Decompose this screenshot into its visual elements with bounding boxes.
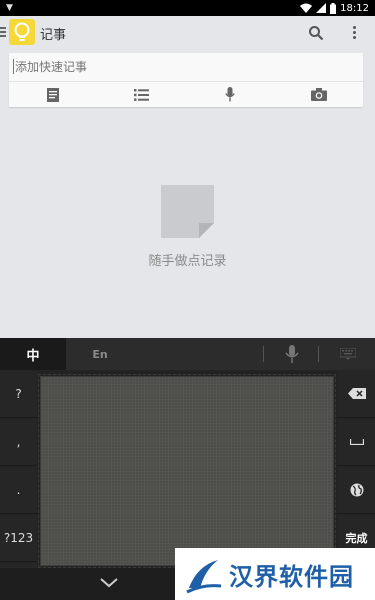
watermark-text: 汉界软件园	[229, 562, 354, 591]
new-photo-note-button[interactable]	[275, 82, 363, 107]
overflow-menu-icon[interactable]	[350, 24, 358, 42]
globe-icon	[350, 483, 363, 496]
back-chevron-icon[interactable]	[99, 577, 119, 589]
key-comma[interactable]: ,	[0, 418, 37, 466]
status-icons: 18:12	[300, 1, 369, 15]
note-page-icon	[161, 185, 214, 238]
keyboard-top-bar: 中 En	[0, 338, 375, 370]
key-backspace[interactable]	[338, 370, 375, 418]
key-language[interactable]	[338, 466, 375, 514]
action-bar: 记事	[0, 16, 375, 50]
key-space[interactable]	[338, 418, 375, 466]
keyboard-left-column: ? , . ?123	[0, 370, 37, 600]
menu-icon[interactable]	[0, 25, 8, 41]
battery-icon	[330, 2, 337, 14]
quick-note-card	[9, 53, 363, 107]
new-text-note-button[interactable]	[9, 82, 97, 107]
checklist-icon	[133, 88, 149, 101]
divider	[318, 346, 319, 362]
notification-indicator: ▼	[6, 3, 13, 13]
watermark-logo-icon	[186, 560, 222, 594]
backspace-icon	[347, 388, 366, 399]
camera-icon	[311, 88, 327, 101]
search-icon[interactable]	[308, 25, 324, 41]
key-period[interactable]: .	[0, 466, 37, 514]
wifi-icon	[300, 3, 313, 13]
app-title: 记事	[40, 28, 67, 43]
space-icon	[349, 438, 364, 445]
signal-icon	[316, 3, 327, 13]
tab-chinese[interactable]: 中	[0, 338, 66, 370]
text-note-icon	[47, 87, 59, 102]
new-checklist-button[interactable]	[97, 82, 185, 107]
key-symbols[interactable]: ?123	[0, 514, 37, 562]
watermark: 汉界软件园	[175, 548, 375, 600]
new-voice-note-button[interactable]	[186, 82, 274, 107]
tab-chinese-label: 中	[26, 348, 40, 364]
divider	[263, 346, 264, 362]
lightbulb-icon[interactable]	[9, 19, 35, 45]
tab-english[interactable]: En	[80, 338, 120, 370]
microphone-icon	[225, 87, 235, 102]
keyboard-grid-icon[interactable]	[340, 348, 356, 360]
empty-state-message: 随手做点记录	[148, 254, 227, 269]
tab-english-label: En	[92, 347, 108, 361]
keep-notes-screen: ▼ 18:12 记事 添加快速记事 随手做点记录 中 En ? , . ?123…	[0, 0, 375, 600]
key-question-mark[interactable]: ?	[0, 370, 37, 418]
clock: 18:12	[340, 2, 369, 14]
handwriting-area[interactable]	[40, 376, 334, 566]
quick-note-input[interactable]	[9, 53, 363, 80]
microphone-icon[interactable]	[284, 345, 300, 363]
status-bar: ▼ 18:12	[0, 0, 375, 16]
